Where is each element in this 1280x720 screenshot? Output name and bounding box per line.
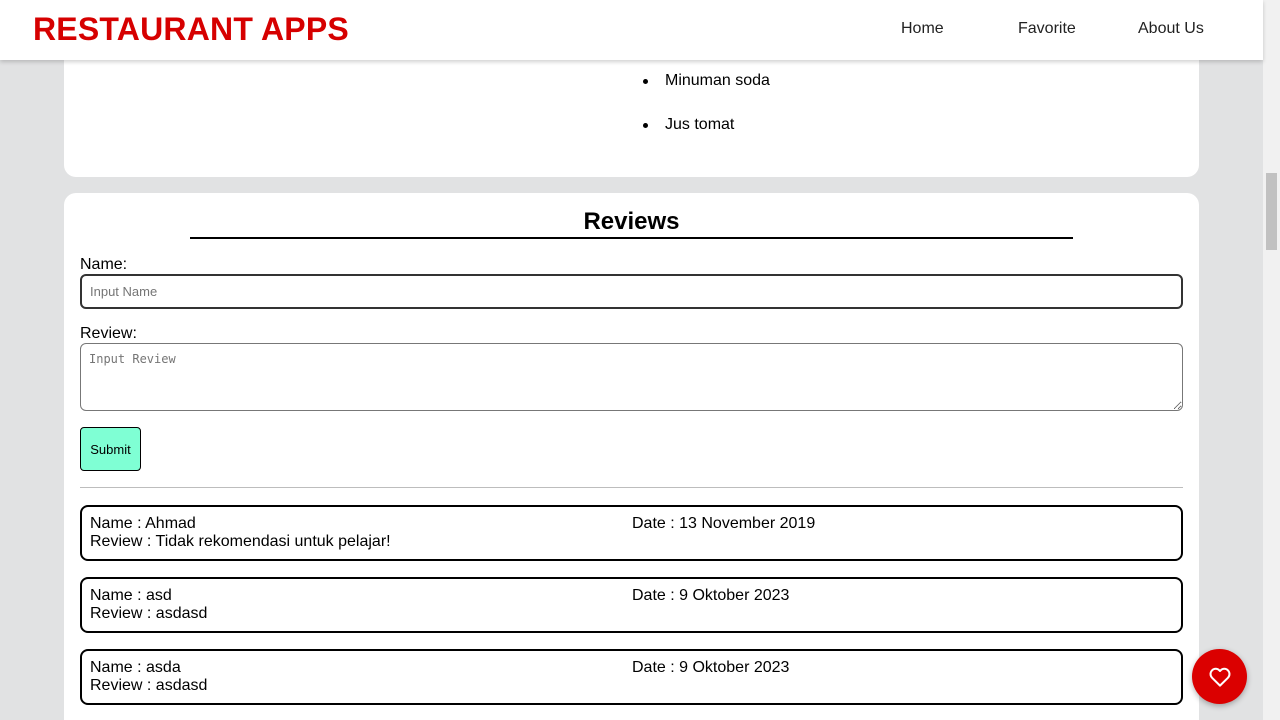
- review-date: Date : 9 Oktober 2023: [632, 587, 790, 604]
- divider: [80, 487, 1183, 488]
- app-header: RESTAURANT APPS Home Favorite About Us: [0, 0, 1263, 60]
- name-label: Name:: [80, 256, 128, 273]
- review-label: Review:: [80, 325, 137, 342]
- app-brand[interactable]: RESTAURANT APPS: [33, 11, 349, 48]
- review-text: Review : asdasd: [90, 677, 208, 694]
- name-input[interactable]: [80, 274, 1183, 309]
- scrollbar-thumb[interactable]: [1266, 173, 1277, 250]
- review-card: Name : asd Date : 9 Oktober 2023 Review …: [80, 577, 1183, 633]
- favorite-button[interactable]: [1192, 649, 1247, 704]
- review-card: Name : Ahmad Date : 13 November 2019 Rev…: [80, 505, 1183, 561]
- submit-button[interactable]: Submit: [80, 427, 141, 471]
- reviewer-name: Name : Ahmad: [90, 515, 196, 532]
- review-date: Date : 9 Oktober 2023: [632, 659, 790, 676]
- page-scrollbar[interactable]: [1263, 0, 1280, 720]
- reviewer-name: Name : asd: [90, 587, 172, 604]
- nav-favorite[interactable]: Favorite: [1018, 20, 1076, 38]
- review-card: Name : asda Date : 9 Oktober 2023 Review…: [80, 649, 1183, 705]
- review-textarea[interactable]: [80, 343, 1183, 411]
- list-item: Minuman soda: [643, 72, 770, 116]
- bullet-icon: [643, 79, 648, 84]
- nav-home[interactable]: Home: [901, 20, 944, 38]
- reviews-section: Reviews Name: Review: Submit Name : Ahma…: [64, 193, 1199, 720]
- review-date: Date : 13 November 2019: [632, 515, 816, 532]
- drink-list: Minuman soda Jus tomat: [643, 72, 770, 160]
- reviewer-name: Name : asda: [90, 659, 181, 676]
- review-text: Review : asdasd: [90, 605, 208, 622]
- title-underline: [190, 237, 1073, 239]
- bullet-icon: [643, 123, 648, 128]
- list-item: Jus tomat: [643, 116, 770, 160]
- reviews-title: Reviews: [583, 208, 680, 235]
- review-text: Review : Tidak rekomendasi untuk pelajar…: [90, 533, 391, 550]
- drink-name: Minuman soda: [665, 72, 770, 89]
- drink-name: Jus tomat: [665, 116, 735, 133]
- nav-about-us[interactable]: About Us: [1138, 20, 1204, 38]
- heart-outline-icon: [1209, 667, 1230, 687]
